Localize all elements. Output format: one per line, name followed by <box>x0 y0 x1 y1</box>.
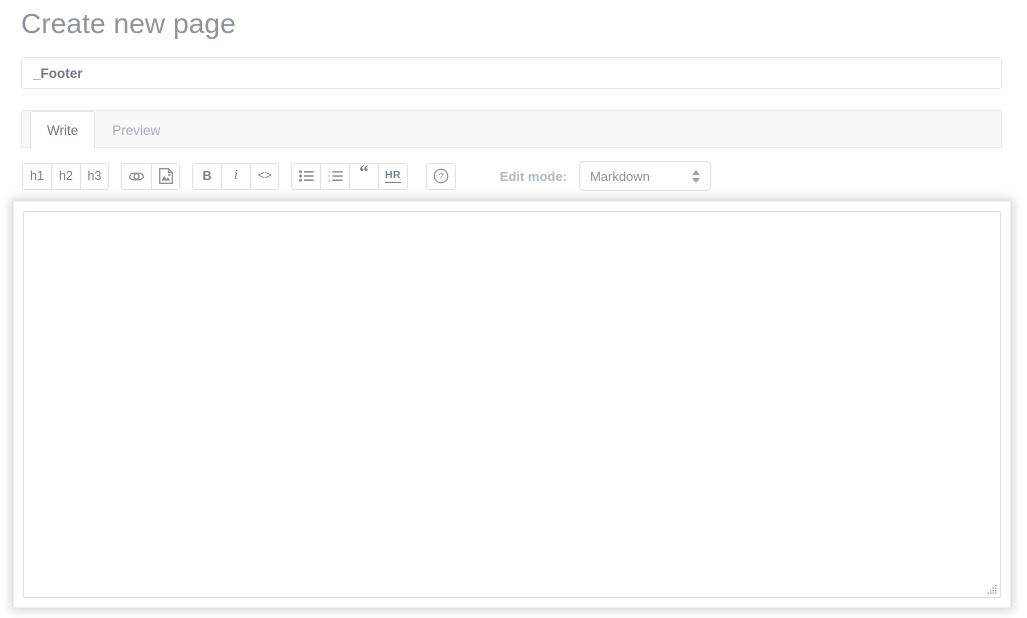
tab-preview-label: Preview <box>112 122 161 138</box>
image-icon <box>158 168 173 184</box>
svg-text:?: ? <box>438 172 443 182</box>
code-button[interactable]: <> <box>250 162 279 190</box>
heading-2-button[interactable]: h2 <box>51 162 80 190</box>
toolbar-group-help: ? <box>425 162 456 190</box>
page-title-input[interactable] <box>21 57 1002 89</box>
editor-tab-bar: Write Preview <box>21 110 1002 148</box>
tab-preview[interactable]: Preview <box>95 111 177 148</box>
svg-text:3: 3 <box>328 178 331 182</box>
code-icon: <> <box>257 169 272 183</box>
edit-mode-label: Edit mode: <box>499 168 567 184</box>
bold-button[interactable]: B <box>192 162 221 190</box>
heading-2-icon: h2 <box>59 169 73 183</box>
toolbar-group-media <box>121 162 180 190</box>
chevron-updown-icon <box>691 169 700 183</box>
toolbar-group-inline-format: B i <> <box>192 162 279 190</box>
italic-button[interactable]: i <box>221 162 250 190</box>
tab-write[interactable]: Write <box>30 111 96 148</box>
edit-mode-selected-value: Markdown <box>589 168 650 184</box>
insert-link-button[interactable] <box>121 162 151 190</box>
toolbar-group-blocks: 1 2 3 “ HR <box>291 162 408 190</box>
heading-3-icon: h3 <box>87 169 102 183</box>
markdown-help-button[interactable]: ? <box>425 162 456 190</box>
unordered-list-icon <box>298 170 314 182</box>
page-title: Create new page <box>21 8 236 39</box>
markdown-editor-textarea[interactable] <box>23 211 1001 598</box>
edit-mode-control: Edit mode: Markdown <box>500 161 711 191</box>
toolbar-group-headings: h1 h2 h3 <box>22 162 109 190</box>
heading-1-icon: h1 <box>30 169 44 183</box>
blockquote-button[interactable]: “ <box>349 162 378 190</box>
edit-mode-select[interactable]: Markdown <box>578 161 711 191</box>
insert-image-button[interactable] <box>151 162 180 190</box>
unordered-list-button[interactable] <box>291 162 320 190</box>
italic-icon: i <box>234 168 238 183</box>
help-circle-icon: ? <box>433 168 449 184</box>
ordered-list-button[interactable]: 1 2 3 <box>320 162 349 190</box>
blockquote-icon: “ <box>359 162 369 183</box>
heading-3-button[interactable]: h3 <box>80 162 109 190</box>
tab-write-label: Write <box>47 122 79 138</box>
heading-1-button[interactable]: h1 <box>22 162 51 190</box>
bold-icon: B <box>202 169 212 183</box>
editor-toolbar: h1 h2 h3 B i <> 1 2 3 “ HR ? Edit mode: … <box>21 148 1002 204</box>
horizontal-rule-button[interactable]: HR <box>378 162 408 190</box>
ordered-list-icon: 1 2 3 <box>328 170 343 182</box>
link-icon <box>128 170 145 183</box>
horizontal-rule-icon: HR <box>385 168 401 183</box>
editor-panel <box>13 201 1011 608</box>
